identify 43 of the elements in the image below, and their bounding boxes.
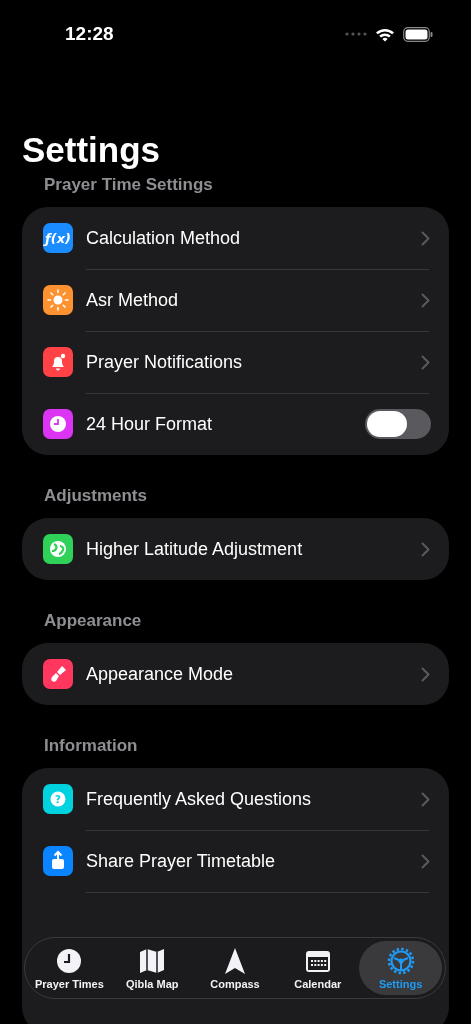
- tab-item[interactable]: Settings: [359, 941, 442, 995]
- status-time: 12:28: [65, 23, 114, 45]
- wifi-icon: [375, 26, 395, 42]
- section-header: Prayer Time Settings: [44, 174, 214, 196]
- settings-row[interactable]: Prayer Notifications: [22, 331, 449, 393]
- chevron-icon: [421, 292, 430, 308]
- section-header: Adjustments: [44, 485, 148, 507]
- row-label: 24 Hour Format: [86, 413, 214, 435]
- battery-icon: [403, 26, 433, 42]
- row-label: Frequently Asked Questions: [86, 788, 313, 810]
- tab-item[interactable]: Prayer Times: [28, 941, 111, 995]
- function-icon: ƒ(x): [43, 223, 73, 253]
- row-label: Higher Latitude Adjustment: [86, 538, 304, 560]
- toggle-switch[interactable]: [365, 409, 431, 439]
- settings-row[interactable]: 24 Hour Format: [22, 393, 449, 455]
- chevron-icon: [421, 853, 430, 869]
- settings-icon: [386, 946, 415, 975]
- chevron-icon: [421, 791, 430, 807]
- tab-item[interactable]: Compass: [193, 941, 277, 995]
- row-label: Share Prayer Timetable: [86, 850, 277, 872]
- chevron-icon: [421, 666, 430, 682]
- page-title: Settings: [22, 129, 162, 171]
- signal-dots-icon: [345, 32, 367, 36]
- chevron-icon: [421, 354, 430, 370]
- settings-row[interactable]: Share Prayer Timetable: [22, 830, 449, 892]
- chevron-icon: [421, 541, 430, 557]
- settings-row[interactable]: Asr Method: [22, 269, 449, 331]
- tab-item[interactable]: Qibla Map: [110, 941, 194, 995]
- question-icon: ?: [43, 784, 73, 814]
- row-label: Appearance Mode: [86, 663, 235, 685]
- row-label: Prayer Notifications: [86, 351, 244, 373]
- row-label: Calculation Method: [86, 227, 242, 249]
- tab-item[interactable]: Calendar: [276, 941, 360, 995]
- settings-row[interactable]: Appearance Mode: [22, 643, 449, 705]
- settings-row[interactable]: ƒ(x) Calculation Method: [22, 207, 449, 269]
- section-header: Information: [44, 735, 139, 757]
- row-label: Asr Method: [86, 289, 180, 311]
- chevron-icon: [421, 230, 430, 246]
- map-icon: [138, 946, 167, 975]
- clock-icon: [55, 946, 84, 975]
- settings-row[interactable]: ? Frequently Asked Questions: [22, 768, 449, 830]
- settings-row[interactable]: Higher Latitude Adjustment: [22, 518, 449, 580]
- section-header: Appearance: [44, 610, 143, 632]
